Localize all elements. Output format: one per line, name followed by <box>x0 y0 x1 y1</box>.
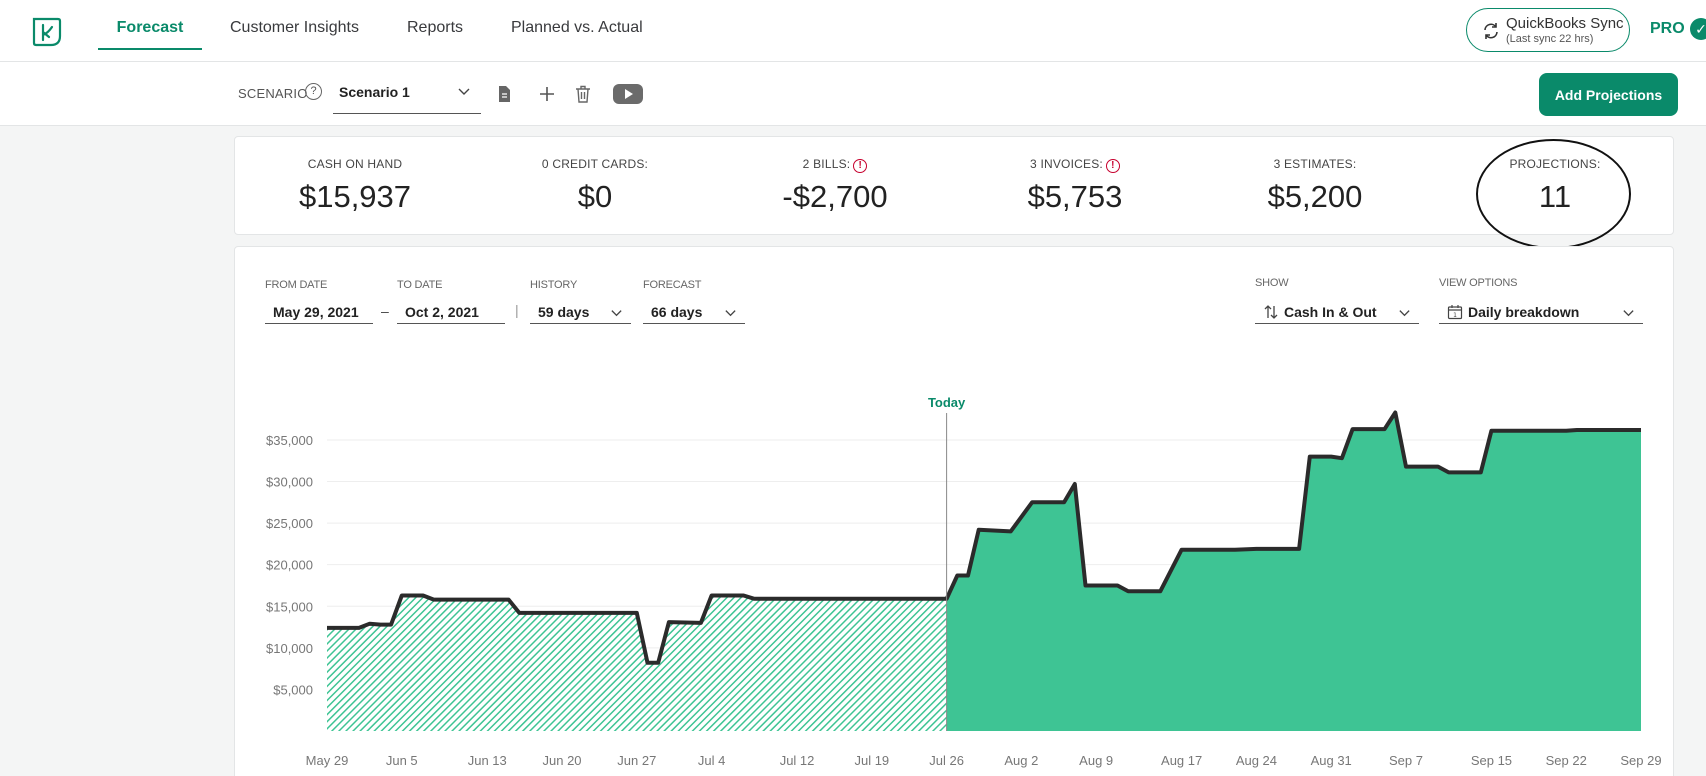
x-tick-label: Sep 22 <box>1546 753 1587 768</box>
x-tick-label: Aug 2 <box>1004 753 1038 768</box>
x-tick-label: Jun 27 <box>617 753 656 768</box>
x-tick-label: Aug 9 <box>1079 753 1113 768</box>
stat-label: CASH ON HAND <box>307 157 403 171</box>
summary-panel: CASH ON HAND $15,937 0 CREDIT CARDS: $0 … <box>234 136 1674 249</box>
stat-invoices[interactable]: 3 INVOICES:! $5,753 <box>955 157 1195 215</box>
x-tick-label: Aug 31 <box>1311 753 1352 768</box>
warning-icon[interactable]: ! <box>853 159 868 173</box>
x-tick-label: Jul 12 <box>780 753 815 768</box>
trash-icon[interactable] <box>573 84 593 104</box>
y-tick-label: $30,000 <box>266 475 313 490</box>
x-tick-label: Aug 17 <box>1161 753 1202 768</box>
stat-estimates[interactable]: 3 ESTIMATES: $5,200 <box>1195 157 1435 215</box>
scenario-toolbar: SCENARIO ? Scenario 1 Add Projections <box>0 62 1706 126</box>
y-tick-label: $15,000 <box>266 599 313 614</box>
stat-value: -$2,700 <box>782 179 888 214</box>
scenario-select[interactable]: Scenario 1 <box>333 72 481 114</box>
y-tick-label: $5,000 <box>273 682 313 697</box>
top-navigation: Forecast Customer Insights Reports Plann… <box>0 0 1706 62</box>
tab-planned-vs-actual[interactable]: Planned vs. Actual <box>511 0 643 50</box>
x-tick-label: Sep 7 <box>1389 753 1423 768</box>
annotation-circle <box>1476 139 1631 249</box>
x-tick-label: Aug 24 <box>1236 753 1277 768</box>
y-tick-label: $20,000 <box>266 558 313 573</box>
tab-reports[interactable]: Reports <box>407 0 463 50</box>
x-tick-label: Jun 13 <box>468 753 507 768</box>
x-tick-label: Jul 26 <box>929 753 964 768</box>
today-label: Today <box>928 395 966 410</box>
stat-value: $0 <box>577 179 613 214</box>
stat-value: $5,200 <box>1267 179 1363 214</box>
forecast-area <box>946 412 1641 731</box>
scenario-selected: Scenario 1 <box>339 84 410 100</box>
stat-label: 2 BILLS: <box>802 157 851 171</box>
warning-icon[interactable]: ! <box>1105 159 1120 173</box>
x-tick-label: Jun 20 <box>543 753 582 768</box>
cash-forecast-chart[interactable]: $5,000 $10,000 $15,000 $20,000 $25,000 $30,00… <box>235 247 1675 776</box>
pro-badge: PRO <box>1650 20 1685 37</box>
x-tick-label: Sep 29 <box>1620 753 1661 768</box>
stat-credit-cards[interactable]: 0 CREDIT CARDS: $0 <box>475 157 715 215</box>
stat-value: $15,937 <box>298 179 412 214</box>
document-icon[interactable] <box>494 84 514 104</box>
x-tick-label: May 29 <box>306 753 349 768</box>
stat-label: 3 ESTIMATES: <box>1273 157 1357 171</box>
stat-bills[interactable]: 2 BILLS:! -$2,700 <box>715 157 955 215</box>
sync-subtitle: (Last sync 22 hrs) <box>1506 33 1594 45</box>
y-tick-label: $35,000 <box>266 433 313 448</box>
sync-title: QuickBooks Sync <box>1506 15 1624 32</box>
y-tick-label: $10,000 <box>266 641 313 656</box>
quickbooks-sync-button[interactable]: QuickBooks Sync (Last sync 22 hrs) <box>1466 8 1630 52</box>
x-tick-label: Jul 4 <box>698 753 725 768</box>
x-tick-label: Jul 19 <box>854 753 889 768</box>
stat-label: 3 INVOICES: <box>1030 157 1103 171</box>
y-tick-label: $25,000 <box>266 516 313 531</box>
sync-icon <box>1484 23 1498 39</box>
x-tick-label: Sep 15 <box>1471 753 1512 768</box>
check-icon: ✓ <box>1690 18 1706 40</box>
scenario-label: SCENARIO <box>238 86 308 101</box>
stat-value: $5,753 <box>1027 179 1123 214</box>
plus-icon[interactable] <box>537 84 557 104</box>
chevron-down-icon <box>458 88 470 95</box>
tab-forecast[interactable]: Forecast <box>98 0 202 50</box>
app-logo-icon[interactable] <box>30 14 64 48</box>
add-projections-button[interactable]: Add Projections <box>1539 73 1678 116</box>
stat-cash-on-hand[interactable]: CASH ON HAND $15,937 <box>235 157 475 215</box>
tab-customer-insights[interactable]: Customer Insights <box>230 0 359 50</box>
video-play-icon[interactable] <box>612 82 644 106</box>
help-icon[interactable]: ? <box>305 83 322 100</box>
stat-label: 0 CREDIT CARDS: <box>541 157 649 171</box>
x-tick-label: Jun 5 <box>386 753 418 768</box>
forecast-chart-card: FROM DATE May 29, 2021 – TO DATE Oct 2, … <box>234 246 1674 776</box>
